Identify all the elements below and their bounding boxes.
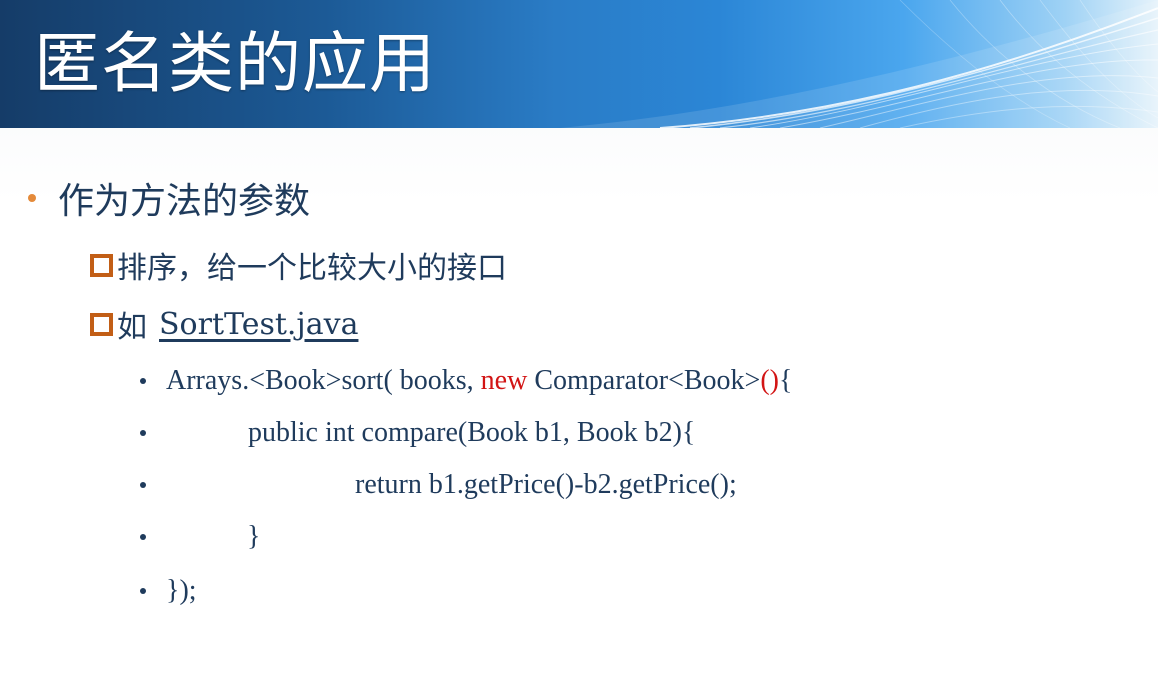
- code-line-text: Arrays.<Book>sort( books, new Comparator…: [166, 365, 792, 397]
- code-bullet-icon: [140, 534, 146, 540]
- bullet-level2-text: 排序，给一个比较大小的接口: [117, 251, 507, 286]
- square-bullet-icon: [90, 253, 113, 277]
- bullet-level2-text: 如: [117, 310, 147, 345]
- code-keyword-new: new: [480, 365, 528, 396]
- bullet-level2-sort: 排序，给一个比较大小的接口: [90, 243, 507, 287]
- code-bullet-icon: [140, 588, 146, 594]
- code-line-text: public int compare(Book b1, Book b2){: [248, 417, 696, 448]
- code-segment: Comparator<Book>: [527, 365, 761, 396]
- sorttest-link[interactable]: SortTest.java: [159, 307, 358, 342]
- bullet-level1-text: 作为方法的参数: [58, 181, 311, 222]
- code-line-4: }: [140, 517, 260, 557]
- square-bullet-icon: [90, 312, 113, 336]
- code-bullet-icon: [140, 430, 146, 436]
- code-parens: (): [760, 365, 779, 396]
- bullet-level2-example: 如 SortTest.java: [90, 302, 358, 346]
- slide-title: 匿名类的应用: [34, 25, 436, 102]
- code-line-text: }: [247, 521, 261, 552]
- title-banner: 匿名类的应用: [0, 0, 1158, 128]
- slide: 匿名类的应用 作为方法的参数 排序，给一个比较大小的接口 如 SortTest.…: [0, 0, 1158, 673]
- code-bullet-icon: [140, 482, 146, 488]
- code-bullet-icon: [140, 378, 146, 384]
- code-line-5: });: [140, 571, 197, 611]
- code-line-text: return b1.getPrice()-b2.getPrice();: [355, 469, 737, 500]
- code-line-1: Arrays.<Book>sort( books, new Comparator…: [140, 361, 792, 401]
- bullet-level1: 作为方法的参数: [28, 173, 310, 223]
- code-segment: Arrays.<Book>sort( books,: [166, 365, 481, 396]
- code-line-2: public int compare(Book b1, Book b2){: [140, 413, 695, 453]
- code-segment: {: [778, 365, 793, 396]
- code-line-3: return b1.getPrice()-b2.getPrice();: [140, 465, 737, 505]
- bullet-dot-icon: [28, 194, 36, 202]
- code-line-text: });: [166, 575, 197, 606]
